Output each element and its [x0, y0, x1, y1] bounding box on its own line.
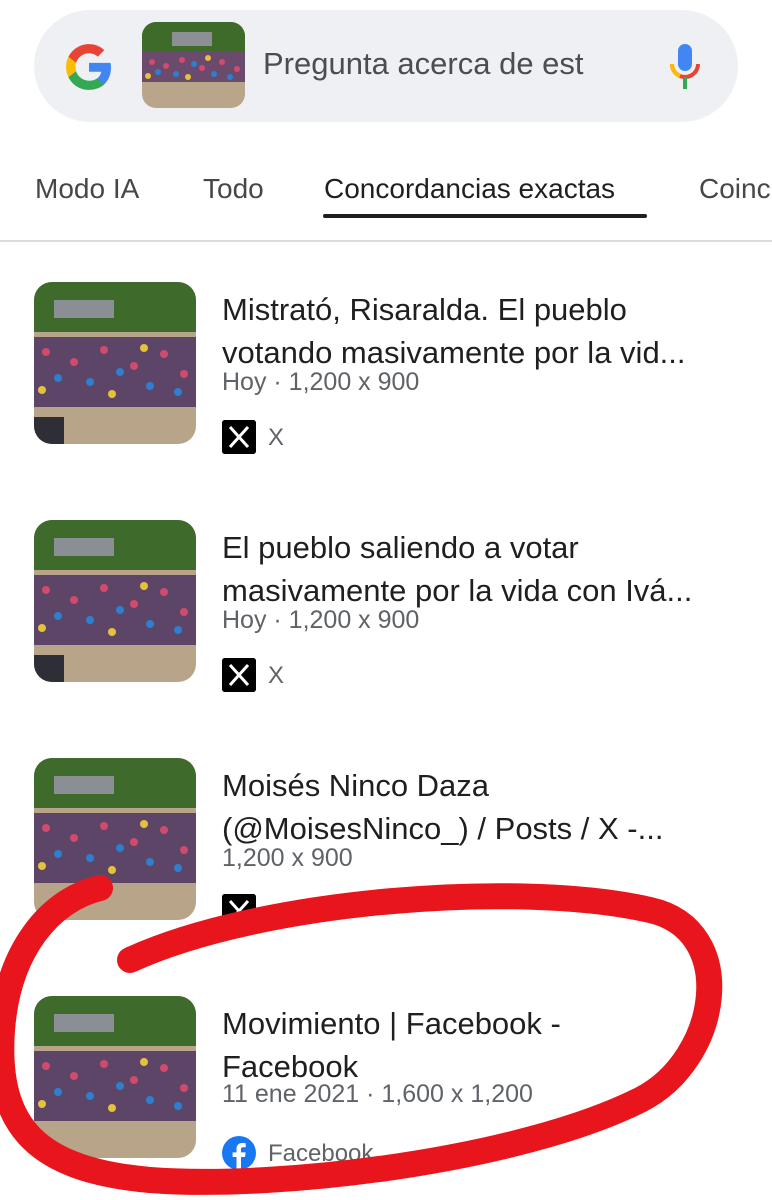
tab-modo-ia[interactable]: Modo IA [35, 173, 139, 205]
result-thumbnail[interactable] [34, 520, 196, 682]
tab-concordancias-exactas[interactable]: Concordancias exactas [324, 173, 615, 205]
result-meta: Hoy · 1,200 x 900 [222, 368, 420, 396]
google-g-icon [66, 44, 111, 90]
result-title[interactable]: Moisés Ninco Daza (@MoisesNinco_) / Post… [222, 764, 752, 850]
x-logo-icon [222, 894, 256, 928]
crowd-photo [142, 22, 245, 108]
query-image-thumbnail[interactable] [142, 22, 245, 108]
result-thumbnail[interactable] [34, 758, 196, 920]
result-item[interactable]: El pueblo saliendo a votar masivamente p… [0, 520, 772, 740]
result-thumbnail[interactable] [34, 996, 196, 1158]
result-item[interactable]: Moisés Ninco Daza (@MoisesNinco_) / Post… [0, 758, 772, 978]
tab-coincidencias[interactable]: Coinc [699, 173, 771, 205]
mic-icon[interactable] [668, 44, 702, 90]
x-logo-icon [222, 658, 256, 692]
active-tab-indicator [323, 214, 647, 218]
search-bar[interactable]: Pregunta acerca de est [34, 10, 738, 122]
result-meta: Hoy · 1,200 x 900 [222, 606, 420, 634]
result-meta: 1,200 x 900 [222, 844, 353, 872]
facebook-icon [222, 1136, 256, 1170]
source-name: X [268, 662, 285, 689]
search-results-page: Pregunta acerca de est Modo IA Todo Conc… [0, 0, 772, 1200]
result-meta: 11 ene 2021 · 1,600 x 1,200 [222, 1080, 533, 1108]
result-item[interactable]: Mistrató, Risaralda. El pueblo votando m… [0, 282, 772, 502]
source-name: X [268, 424, 285, 451]
x-logo-icon [222, 420, 256, 454]
result-title[interactable]: Movimiento | Facebook - Facebook [222, 1002, 752, 1088]
result-thumbnail[interactable] [34, 282, 196, 444]
crowd-photo [34, 282, 196, 444]
result-title[interactable]: Mistrató, Risaralda. El pueblo votando m… [222, 288, 752, 374]
tabs-divider [0, 240, 772, 242]
result-title[interactable]: El pueblo saliendo a votar masivamente p… [222, 526, 752, 612]
filter-tabs: Modo IA Todo Concordancias exactas Coinc [0, 160, 772, 242]
search-input[interactable]: Pregunta acerca de est [263, 46, 623, 82]
result-item[interactable]: Movimiento | Facebook - Facebook 11 ene … [0, 996, 772, 1200]
crowd-photo [34, 758, 196, 920]
crowd-photo [34, 996, 196, 1158]
tab-todo[interactable]: Todo [203, 173, 264, 205]
crowd-photo [34, 520, 196, 682]
source-name: Facebook [268, 1140, 374, 1167]
